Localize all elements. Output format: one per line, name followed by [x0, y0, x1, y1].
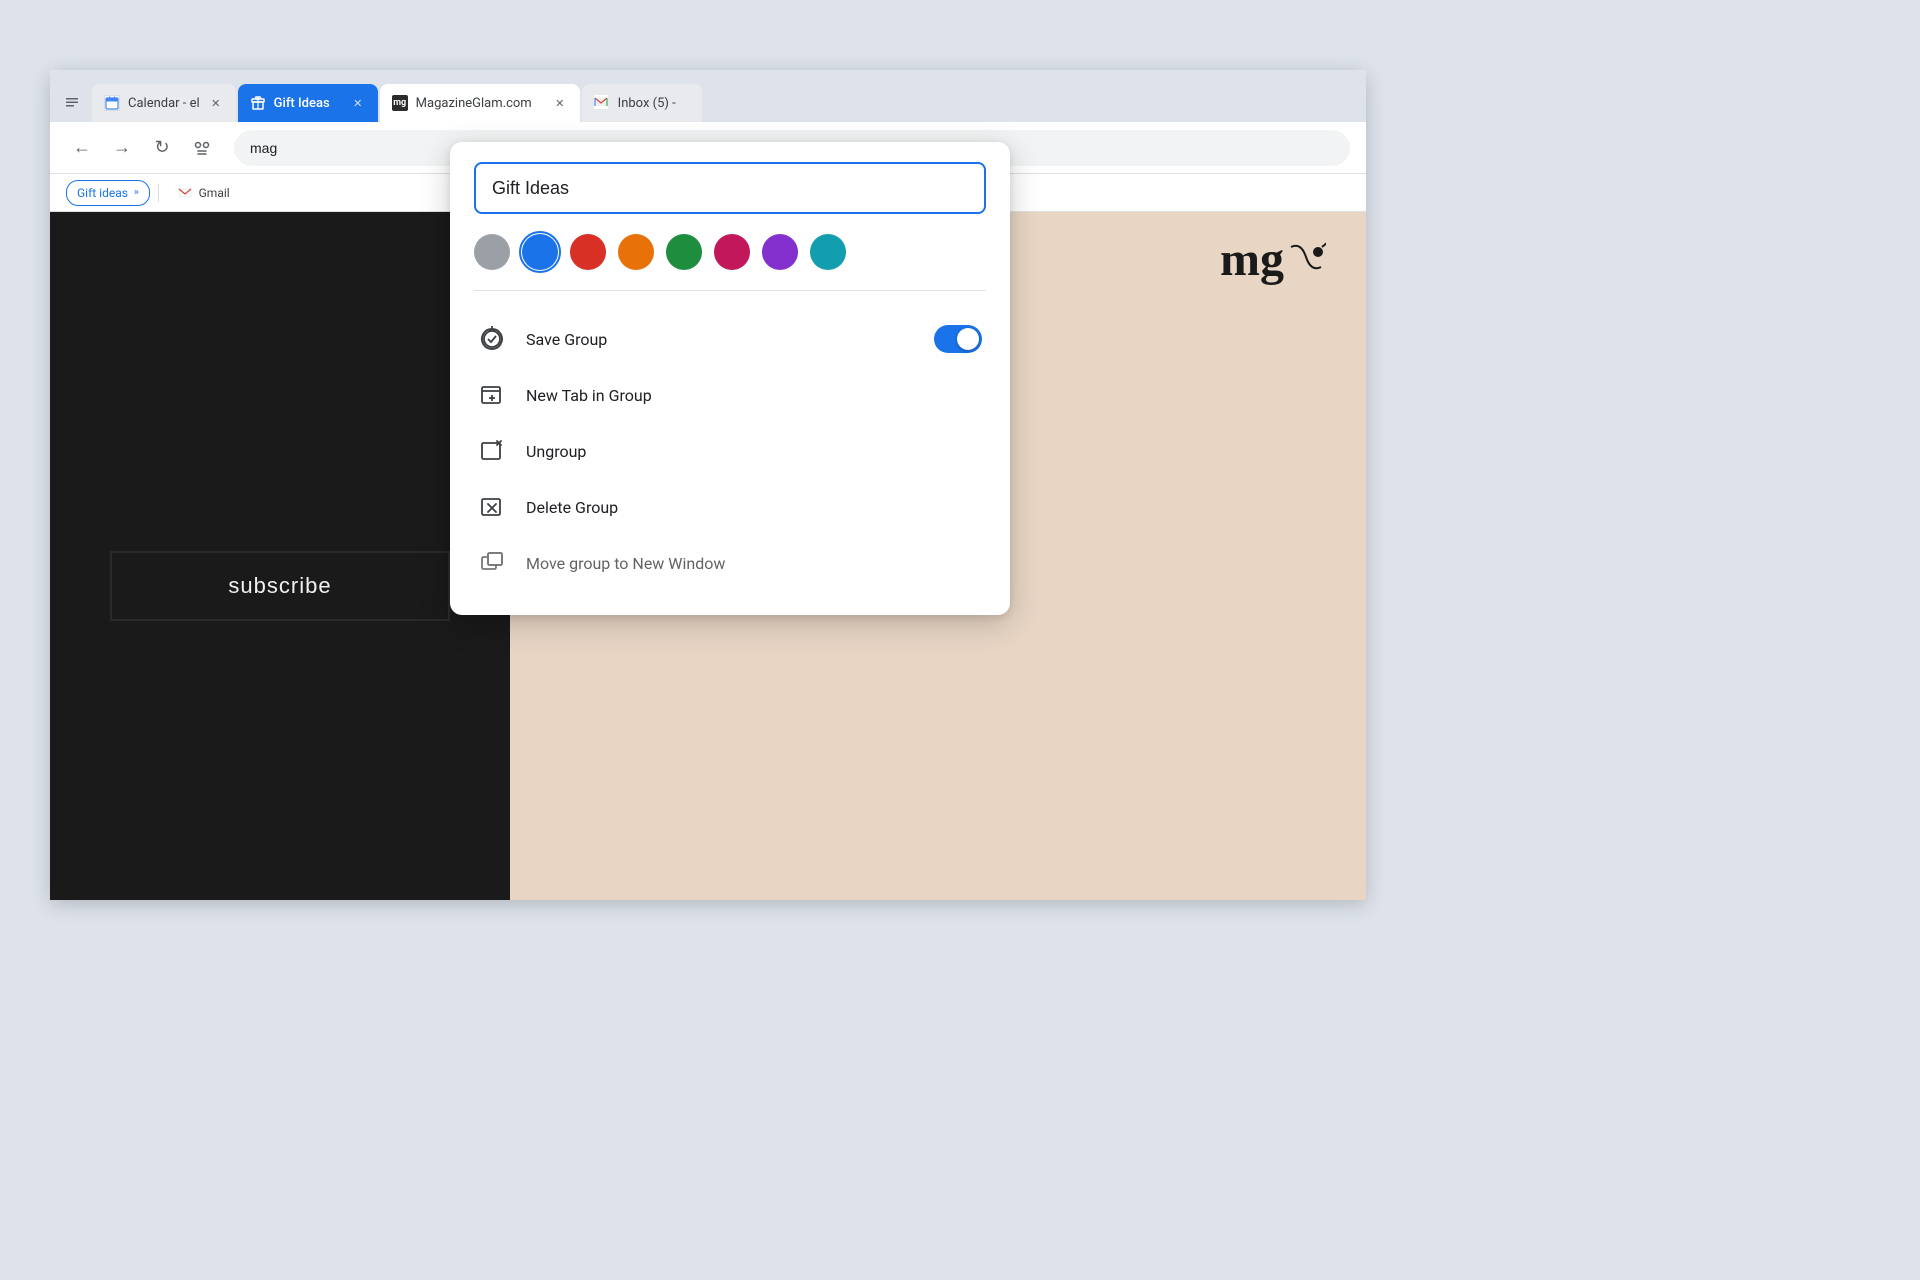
reload-button[interactable]: ↻ [146, 132, 178, 164]
back-button[interactable]: ← [66, 132, 98, 164]
tab-group-popup: Save Group New Tab in Group Ungroup [450, 142, 1010, 615]
delete-group-label: Delete Group [526, 498, 982, 517]
color-swatch-red[interactable] [570, 234, 606, 270]
color-swatch-grey[interactable] [474, 234, 510, 270]
gmail-tab-favicon [594, 95, 610, 111]
tab-magazine-title: MagazineGlam.com [416, 96, 544, 111]
save-group-toggle[interactable] [934, 325, 982, 353]
chevron-down-icon: » [134, 187, 139, 198]
tab-bar: Calendar - el ✕ Gift Ideas ✕ mg Magazine… [50, 70, 1366, 122]
color-swatch-pink[interactable] [714, 234, 750, 270]
ungroup-label: Ungroup [526, 442, 982, 461]
tab-inbox[interactable]: Inbox (5) - [582, 84, 702, 122]
tab-gift-title: Gift Ideas [274, 96, 342, 111]
save-group-icon [478, 325, 506, 353]
tab-magazine-close[interactable]: ✕ [552, 95, 568, 111]
move-group-label: Move group to New Window [526, 554, 982, 573]
menu-item-new-tab[interactable]: New Tab in Group [474, 367, 986, 423]
tab-calendar-title: Calendar - el [128, 96, 200, 111]
color-swatch-purple[interactable] [762, 234, 798, 270]
menu-item-move-group[interactable]: Move group to New Window [474, 535, 986, 591]
color-swatch-teal[interactable] [810, 234, 846, 270]
color-swatch-orange[interactable] [618, 234, 654, 270]
new-tab-icon [478, 381, 506, 409]
ungroup-icon [478, 437, 506, 465]
color-swatch-blue[interactable] [522, 234, 558, 270]
tab-magazine[interactable]: mg MagazineGlam.com ✕ [380, 84, 580, 122]
bookmark-gift-label: Gift ideas [77, 186, 128, 200]
tab-calendar-close[interactable]: ✕ [208, 95, 224, 111]
bookmark-separator [158, 184, 159, 202]
delete-group-icon [478, 493, 506, 521]
logo-decoration [1286, 237, 1326, 287]
subscribe-button[interactable]: subscribe [110, 551, 450, 621]
page-left-section: subscribe [50, 212, 510, 900]
tab-group-gift-ideas[interactable]: Gift Ideas ✕ [238, 84, 378, 122]
menu-item-delete-group[interactable]: Delete Group [474, 479, 986, 535]
menu-item-ungroup[interactable]: Ungroup [474, 423, 986, 479]
bookmark-gmail-label: Gmail [199, 186, 230, 200]
bookmark-gift-ideas[interactable]: Gift ideas » [66, 180, 150, 206]
magazine-favicon: mg [392, 95, 408, 111]
gmail-bookmark-favicon [177, 185, 193, 201]
new-tab-label: New Tab in Group [526, 386, 982, 405]
group-name-input[interactable] [474, 162, 986, 214]
move-icon [478, 549, 506, 577]
save-group-label: Save Group [526, 330, 914, 349]
calendar-favicon [104, 95, 120, 111]
bookmark-gmail[interactable]: Gmail [167, 180, 240, 206]
forward-button[interactable]: → [106, 132, 138, 164]
color-swatches [474, 234, 986, 291]
tab-gift-close[interactable]: ✕ [350, 95, 366, 111]
menu-item-save-group[interactable]: Save Group [474, 311, 986, 367]
mg-logo: mg [1220, 232, 1326, 287]
tab-list-button[interactable] [58, 88, 86, 116]
tab-search-button[interactable] [186, 132, 218, 164]
color-swatch-green[interactable] [666, 234, 702, 270]
tab-inbox-title: Inbox (5) - [618, 96, 690, 111]
tab-calendar[interactable]: Calendar - el ✕ [92, 84, 236, 122]
